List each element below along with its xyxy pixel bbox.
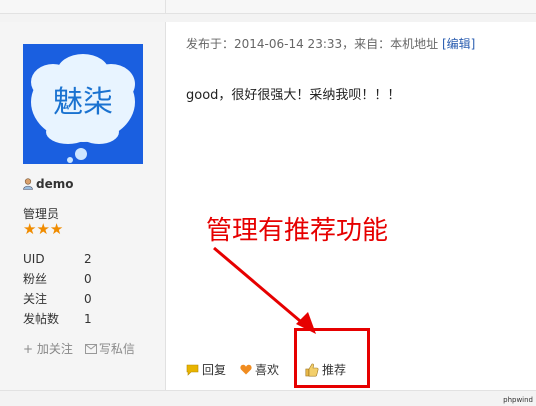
reply-icon bbox=[186, 364, 199, 376]
previous-post-bottom bbox=[0, 0, 536, 14]
post-body: good，很好很强大！采纳我呗！！！ bbox=[186, 88, 401, 103]
stat-following[interactable]: 关注 0 bbox=[23, 291, 143, 311]
avatar[interactable]: 魅柒 bbox=[23, 44, 143, 164]
stat-value: 0 bbox=[84, 292, 92, 306]
like-button[interactable]: 喜欢 bbox=[240, 361, 279, 378]
post-meta-text: 发布于：2014-06-14 23:33，来自：本机地址 bbox=[186, 37, 442, 51]
author-sidebar: 魅柒 demo 管理员 ★★★ UID 2 粉丝 0 关注 0 发帖数 1 + … bbox=[0, 22, 166, 390]
stat-value: 1 bbox=[84, 312, 92, 326]
recommend-button[interactable]: 推荐 bbox=[305, 361, 346, 378]
recommend-label: 推荐 bbox=[322, 363, 347, 377]
author-username[interactable]: demo bbox=[23, 177, 73, 191]
stat-label: 粉丝 bbox=[23, 272, 48, 286]
avatar-image: 魅柒 bbox=[23, 44, 143, 164]
follow-button[interactable]: + 加关注 bbox=[23, 340, 73, 357]
username-label: demo bbox=[36, 177, 74, 191]
mail-icon bbox=[84, 343, 97, 354]
heart-icon bbox=[240, 364, 252, 375]
reply-label: 回复 bbox=[202, 363, 227, 377]
annotation-arrow bbox=[213, 246, 316, 334]
message-button[interactable]: 写私信 bbox=[84, 340, 135, 357]
post-actions: 回复 喜欢 推荐 bbox=[186, 361, 346, 378]
stat-fans[interactable]: 粉丝 0 bbox=[23, 271, 143, 291]
highlight-box bbox=[294, 328, 370, 388]
stat-label: UID bbox=[23, 252, 45, 266]
next-post-top: phpwind bbox=[0, 390, 536, 406]
like-label: 喜欢 bbox=[255, 363, 280, 377]
stat-posts[interactable]: 发帖数 1 bbox=[23, 311, 143, 331]
stat-uid: UID 2 bbox=[23, 251, 143, 271]
author-stats: UID 2 粉丝 0 关注 0 发帖数 1 bbox=[23, 251, 143, 331]
rank-stars: ★★★ bbox=[23, 220, 64, 238]
forum-post: 魅柒 demo 管理员 ★★★ UID 2 粉丝 0 关注 0 发帖数 1 + … bbox=[0, 22, 536, 390]
thumbs-up-icon bbox=[305, 363, 319, 376]
post-meta: 发布于：2014-06-14 23:33，来自：本机地址 [编辑] bbox=[186, 35, 475, 52]
user-icon bbox=[23, 178, 33, 190]
stat-value: 2 bbox=[84, 252, 92, 266]
stat-label: 发帖数 bbox=[23, 312, 60, 326]
avatar-text: 魅柒 bbox=[53, 85, 113, 120]
post-content: 发布于：2014-06-14 23:33，来自：本机地址 [编辑] good，很… bbox=[166, 22, 536, 390]
message-label: 写私信 bbox=[98, 342, 135, 356]
column-divider bbox=[165, 0, 166, 13]
author-actions: + 加关注 写私信 bbox=[23, 340, 135, 357]
edit-link[interactable]: [编辑] bbox=[442, 37, 475, 51]
reply-button[interactable]: 回复 bbox=[186, 361, 226, 378]
stat-value: 0 bbox=[84, 272, 92, 286]
watermark: phpwind bbox=[503, 396, 533, 404]
stat-label: 关注 bbox=[23, 292, 48, 306]
